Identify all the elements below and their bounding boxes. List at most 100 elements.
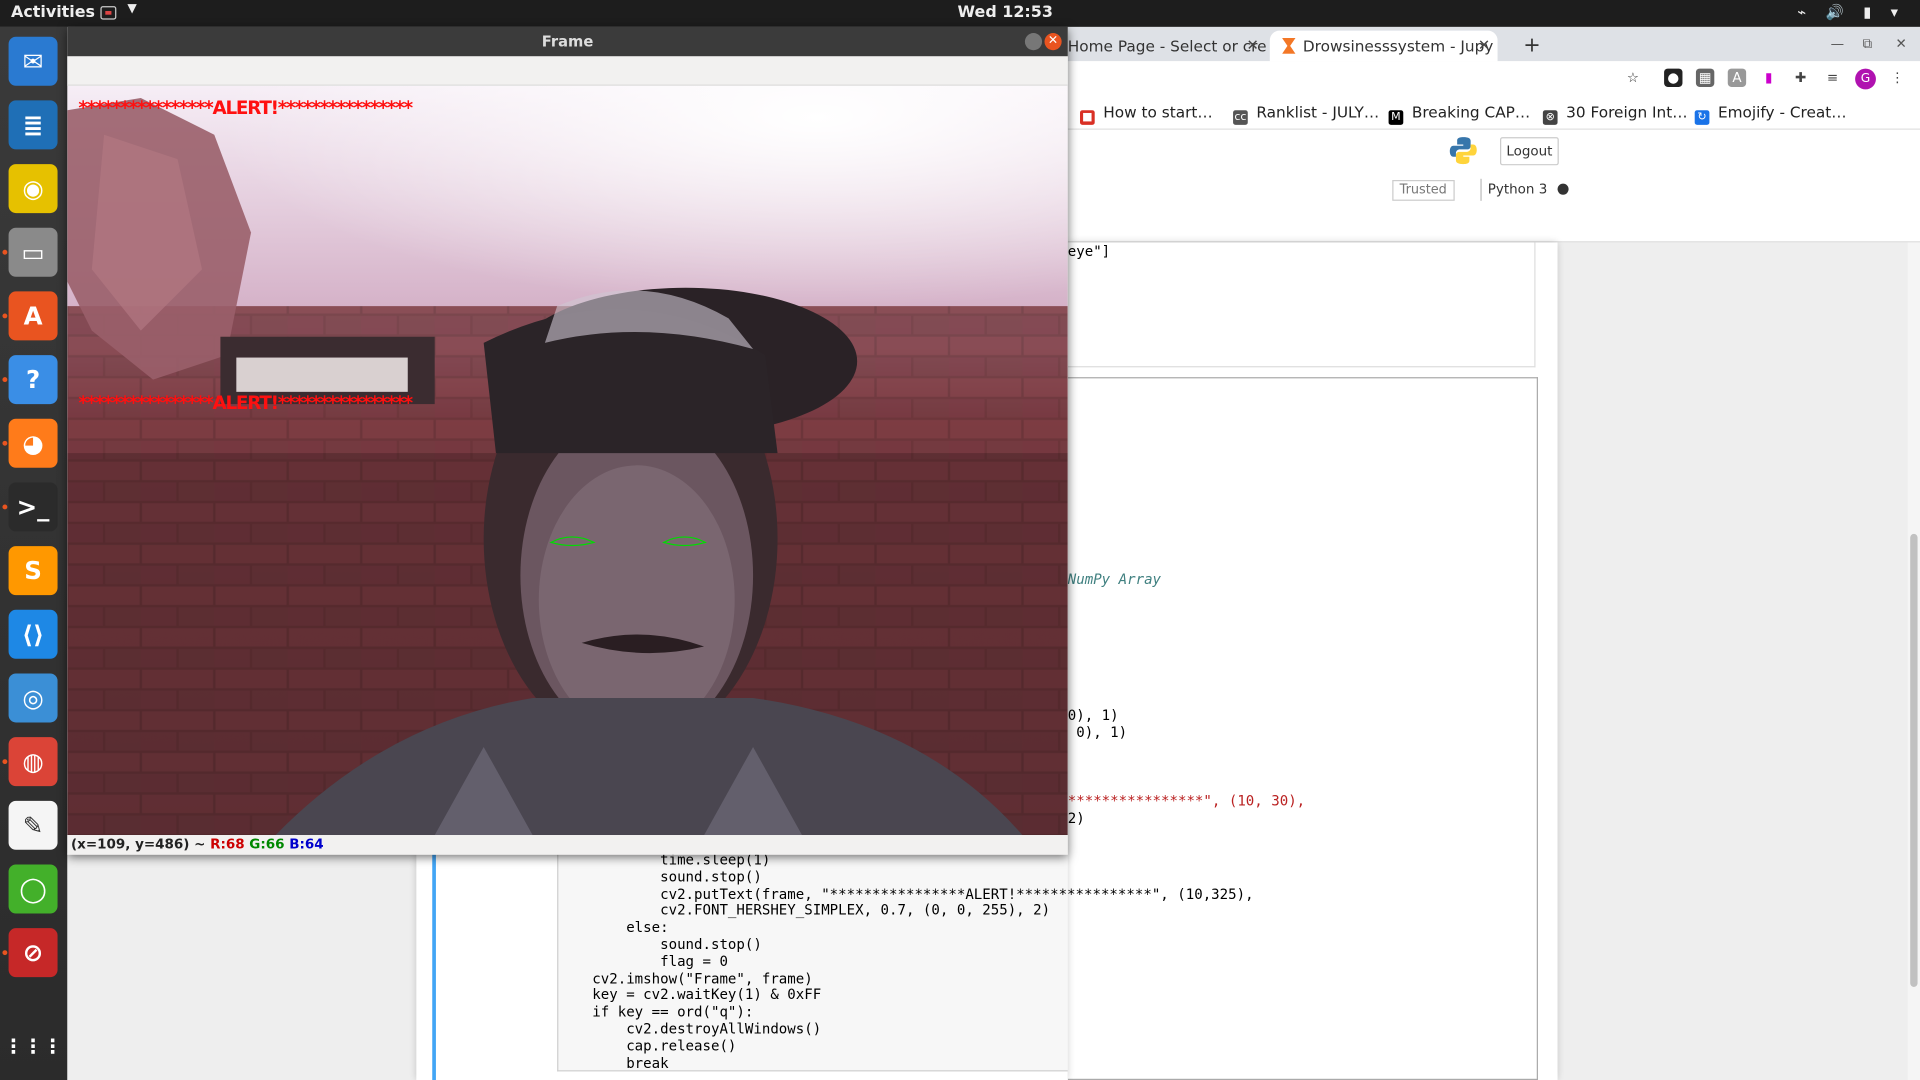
close-icon[interactable]: ✕ <box>1044 33 1062 51</box>
alert-text-top: ****************ALERT!**************** <box>78 96 413 119</box>
text-editor-icon[interactable]: ✎ <box>8 800 58 850</box>
bookmark-item[interactable]: cc Ranklist - JULY… <box>1233 103 1379 125</box>
code-cell[interactable]: eye"] <box>1067 242 1536 368</box>
playlist-icon[interactable]: ≡ <box>1823 69 1841 87</box>
notebook-area: eye"] NumPy Array 0), 1) 0), 1) ********… <box>1067 242 1920 1080</box>
close-icon[interactable]: ✕ <box>1478 37 1490 54</box>
bookmark-item[interactable]: ■ How to start… <box>1080 103 1213 125</box>
alert-text-middle: ****************ALERT!**************** <box>78 391 413 414</box>
extension-icon[interactable]: A <box>1727 68 1747 87</box>
code-line: cv2.putText(frame, "****************ALER… <box>558 884 1254 902</box>
dock: ✉ ≣ ◉ ▭ A? ◕ >_ S ⟨⟩ ◎ ◍ ✎ ◯ ⊘ ⋮⋮⋮ <box>0 26 68 1080</box>
kernel-name: Python 3 <box>1487 181 1548 198</box>
sublime-icon[interactable]: S <box>8 546 58 596</box>
more-icon[interactable]: ⋮ <box>1888 69 1906 87</box>
extension-icon[interactable]: ▮ <box>1760 69 1778 87</box>
bookmark-item[interactable]: M Breaking CAP… <box>1388 102 1531 125</box>
tab-strip: Home Page - Select or cre ✕ Drowsinesssy… <box>1067 26 1920 62</box>
notebook-area-bottom: time.sleep(1) sound.stop() cv2.putText(f… <box>67 851 1254 1080</box>
ubuntu-icon[interactable]: ◎ <box>8 673 58 723</box>
running-indicator <box>2 950 8 956</box>
frame-app-icon[interactable]: ⊘ <box>8 928 58 978</box>
clock[interactable]: Wed 12:53 <box>958 4 1053 22</box>
firefox-icon[interactable]: ◕ <box>8 418 58 468</box>
avatar[interactable]: G <box>1855 68 1876 90</box>
chevron-down-icon[interactable]: ▼ <box>127 2 136 15</box>
frame-toolbar <box>67 56 1068 86</box>
cell-selection-bar <box>432 853 436 1080</box>
files-icon[interactable]: ▭ <box>8 227 58 277</box>
frame-window[interactable]: Frame ✕ ****************ALERT!**********… <box>67 26 1068 855</box>
tab-label: Drowsinesssystem - Jupy <box>1302 36 1494 56</box>
vscode-icon[interactable]: ⟨⟩ <box>8 609 58 659</box>
cursor-coordinates: (x=109, y=486) ~ <box>71 836 211 853</box>
code-line: ****************", (10, 30), <box>1067 792 1306 810</box>
scrollbar-thumb[interactable] <box>1910 533 1918 987</box>
bookmark-label: 30 Foreign Int… <box>1566 102 1688 122</box>
chrome-icon[interactable]: ◍ <box>8 737 58 787</box>
thunderbird-icon[interactable]: ✉ <box>8 36 58 86</box>
puzzle-icon[interactable]: ✚ <box>1791 69 1809 87</box>
extension-icon[interactable]: ▦ <box>1695 68 1715 87</box>
bookmark-label: Emojify - Creat… <box>1717 102 1847 122</box>
star-icon[interactable]: ☆ <box>1624 69 1642 87</box>
trusted-badge[interactable]: Trusted <box>1392 180 1455 201</box>
code-line: NumPy Array <box>1067 570 1162 588</box>
browser-window: Home Page - Select or cre ✕ Drowsinesssy… <box>1067 26 1920 1080</box>
code-line: flag = 0 <box>558 952 728 970</box>
jupyter-menubar: Trusted Python 3 <box>1067 171 1920 209</box>
anaconda-icon[interactable]: ◯ <box>8 864 58 914</box>
code-cell[interactable]: time.sleep(1) sound.stop() cv2.putText(f… <box>557 851 1254 1072</box>
running-indicator <box>2 440 8 446</box>
code-line: cv2.destroyAllWindows() <box>558 1020 822 1038</box>
minimize-icon[interactable]: — <box>1831 36 1844 52</box>
code-line: cv2.FONT_HERSHEY_SIMPLEX, 0.7, (0, 0, 25… <box>558 901 1051 919</box>
kernel-indicator[interactable]: Python 3 <box>1480 178 1569 201</box>
code-line: 2) <box>1067 809 1085 827</box>
activities-button[interactable]: Activities <box>11 4 95 22</box>
code-line: key = cv2.waitKey(1) & 0xFF <box>558 986 822 1004</box>
code-line: eye"] <box>1067 242 1111 260</box>
webcam-frame-graphic <box>67 85 1068 836</box>
bookmark-favicon-icon: ■ <box>1080 110 1095 125</box>
python-logo-icon <box>1449 137 1477 165</box>
address-bar[interactable]: ☆ ● ▦ A ▮ ✚ ≡ G ⋮ <box>1067 61 1920 98</box>
tab-drowsinesssystem[interactable]: Drowsinesssystem - Jupy ✕ <box>1269 30 1498 62</box>
tab-home-page[interactable]: Home Page - Select or cre ✕ <box>1068 31 1266 62</box>
code-line: cv2.imshow("Frame", frame) <box>558 969 813 987</box>
bookmark-item[interactable]: ⊗ 30 Foreign Int… <box>1542 102 1688 125</box>
running-indicator <box>2 313 8 319</box>
extension-icon[interactable]: ● <box>1664 68 1683 87</box>
desktop: Activities ▼ Wed 12:53 ⌁ 🔊 ▮ ▾ ✉ ≣ ◉ ▭ A? ◕ >_… <box>0 0 1920 1080</box>
scrollbar[interactable] <box>1907 242 1920 1080</box>
new-tab-button[interactable]: + <box>1523 33 1540 57</box>
app-menu-icon[interactable] <box>100 6 117 20</box>
minimize-icon[interactable] <box>1024 33 1043 51</box>
running-indicator <box>2 249 8 255</box>
software-icon[interactable]: A <box>8 291 58 341</box>
terminal-icon[interactable]: >_ <box>8 482 58 532</box>
webcam-image[interactable]: ****************ALERT!**************** *… <box>67 85 1068 836</box>
close-window-icon[interactable]: ✕ <box>1896 36 1907 52</box>
code-line: 0), 1) <box>1067 723 1128 741</box>
bookmark-favicon-icon: cc <box>1233 110 1248 125</box>
code-line: break <box>558 1053 669 1071</box>
bookmark-label: Ranklist - JULY… <box>1256 102 1380 122</box>
code-cell[interactable]: NumPy Array 0), 1) 0), 1) **************… <box>1067 377 1538 1080</box>
writer-icon[interactable]: ≣ <box>8 100 58 150</box>
jupyter-toolbar <box>1067 208 1920 243</box>
bookmark-item[interactable]: ↻ Emojify - Creat… <box>1694 102 1847 125</box>
jupyter-header: Logout <box>1067 129 1920 172</box>
code-line: if key == ord("q"): <box>558 1003 754 1021</box>
hourglass-icon <box>1282 37 1296 54</box>
logout-button[interactable]: Logout <box>1500 137 1559 166</box>
help-icon[interactable]: ? <box>8 355 58 405</box>
window-title[interactable]: Frame <box>67 26 1068 57</box>
bookmark-label: Breaking CAP… <box>1411 102 1531 122</box>
maximize-icon[interactable]: ⧉ <box>1862 36 1872 53</box>
show-applications-icon[interactable]: ⋮⋮⋮ <box>4 1021 63 1070</box>
rhythmbox-icon[interactable]: ◉ <box>8 164 58 214</box>
system-tray[interactable]: ⌁ 🔊 ▮ ▾ <box>1797 4 1905 21</box>
close-icon[interactable]: ✕ <box>1246 37 1258 54</box>
pixel-status-bar: (x=109, y=486) ~ R:68 G:66 B:64 <box>67 835 1068 855</box>
